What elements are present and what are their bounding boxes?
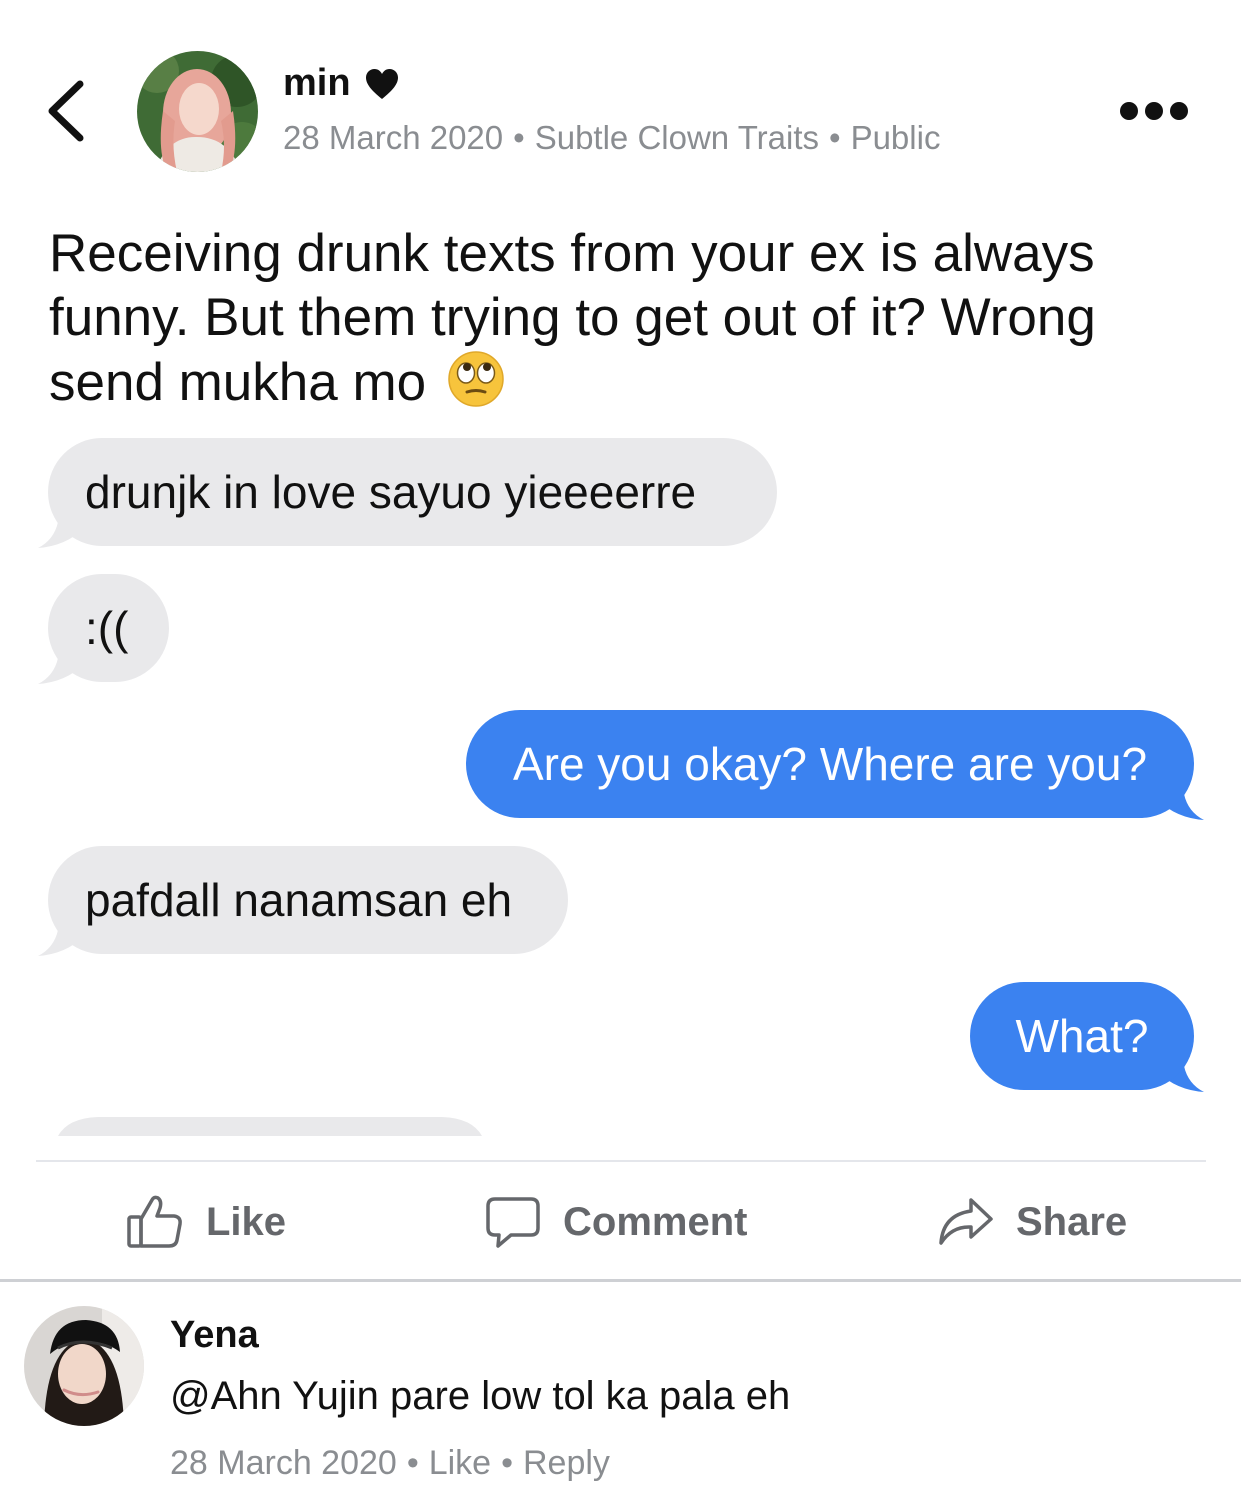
like-label: Like xyxy=(206,1199,287,1244)
post-page: min 28 March 2020 • Subtle Clown Traits • Pu… xyxy=(0,0,1241,1506)
commenter-avatar[interactable] xyxy=(24,1306,144,1426)
post-audience: Public xyxy=(850,119,941,156)
post-text: Receiving drunk texts from your ex is al… xyxy=(49,222,1209,415)
share-arrow-icon xyxy=(939,1198,993,1245)
comment-date[interactable]: 28 March 2020 xyxy=(170,1444,397,1482)
message-text: :(( xyxy=(85,602,129,654)
post-group[interactable]: Subtle Clown Traits xyxy=(535,119,819,156)
message-bubble-incoming: pafdall nanamsan eh xyxy=(48,846,568,954)
post-date[interactable]: 28 March 2020 xyxy=(283,119,503,156)
back-button[interactable] xyxy=(38,76,98,146)
thumbs-up-icon xyxy=(127,1195,182,1248)
like-button[interactable]: Like xyxy=(126,1190,286,1254)
comment-button[interactable]: Comment xyxy=(485,1190,747,1254)
more-options-button[interactable] xyxy=(1120,96,1196,126)
message-bubble-incoming: :(( xyxy=(48,574,169,682)
author-name-text: min xyxy=(283,62,351,104)
message-text: pafdall nanamsan eh xyxy=(85,874,513,926)
message-bubble-cropped xyxy=(58,1117,482,1136)
author-name[interactable]: min xyxy=(283,62,399,105)
post-meta: 28 March 2020 • Subtle Clown Traits • Public xyxy=(283,119,940,157)
comment-label: Comment xyxy=(563,1199,748,1244)
message-bubble-outgoing: What? xyxy=(970,982,1194,1090)
share-label: Share xyxy=(1016,1199,1128,1244)
comment-bubble-icon xyxy=(486,1197,540,1248)
divider xyxy=(36,1160,1206,1162)
message-text: drunjk in love sayuo yieeeerre xyxy=(85,466,697,518)
message-text: Are you okay? Where are you? xyxy=(512,738,1148,790)
author-avatar[interactable] xyxy=(137,51,258,172)
divider xyxy=(0,1279,1241,1282)
meta-separator: • xyxy=(501,1444,513,1482)
heart-icon xyxy=(365,68,398,99)
commenter-name[interactable]: Yena xyxy=(170,1314,259,1357)
comment-meta: 28 March 2020 • Like • Reply xyxy=(170,1444,610,1483)
meta-separator: • xyxy=(406,1444,419,1482)
comment-like-link[interactable]: Like xyxy=(429,1444,491,1482)
eyeroll-emoji-icon xyxy=(448,351,504,407)
share-button[interactable]: Share xyxy=(938,1190,1127,1254)
message-bubble-outgoing: Are you okay? Where are you? xyxy=(466,710,1194,818)
comment-reply-link[interactable]: Reply xyxy=(523,1444,610,1482)
message-bubble-incoming: drunjk in love sayuo yieeeerre xyxy=(48,438,777,546)
more-icon xyxy=(1120,102,1138,120)
post-text-content: Receiving drunk texts from your ex is al… xyxy=(49,224,1096,412)
meta-separator: • xyxy=(513,119,525,156)
meta-separator: • xyxy=(829,119,841,156)
message-text: What? xyxy=(1015,1010,1149,1062)
comment-text: @Ahn Yujin pare low tol ka pala eh xyxy=(170,1374,791,1418)
back-chevron-icon xyxy=(48,80,84,142)
